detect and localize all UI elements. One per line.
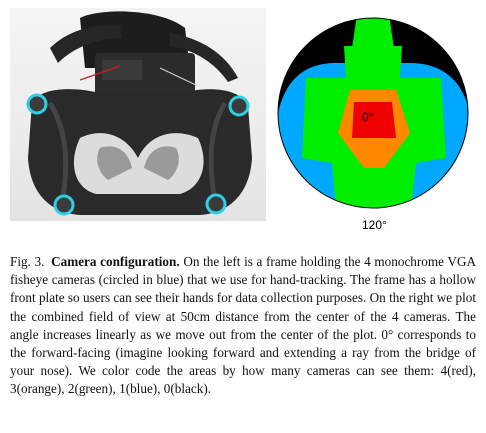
figure-caption: Fig. 3. Camera configuration. On the lef… <box>10 253 476 399</box>
fov-edge-label: 120° <box>362 218 387 232</box>
headset-illustration <box>26 11 252 216</box>
figure-number: Fig. 3. <box>10 254 45 269</box>
headset-photo <box>10 8 266 221</box>
region-4-cameras <box>352 102 396 138</box>
region-2-cameras-top <box>352 18 394 48</box>
fov-disc <box>277 17 469 209</box>
caption-body: On the left is a frame holding the 4 mon… <box>10 254 476 397</box>
fov-plot <box>276 8 472 220</box>
caption-title: Camera configuration. <box>51 254 180 269</box>
fov-center-label: 0° <box>362 110 374 124</box>
